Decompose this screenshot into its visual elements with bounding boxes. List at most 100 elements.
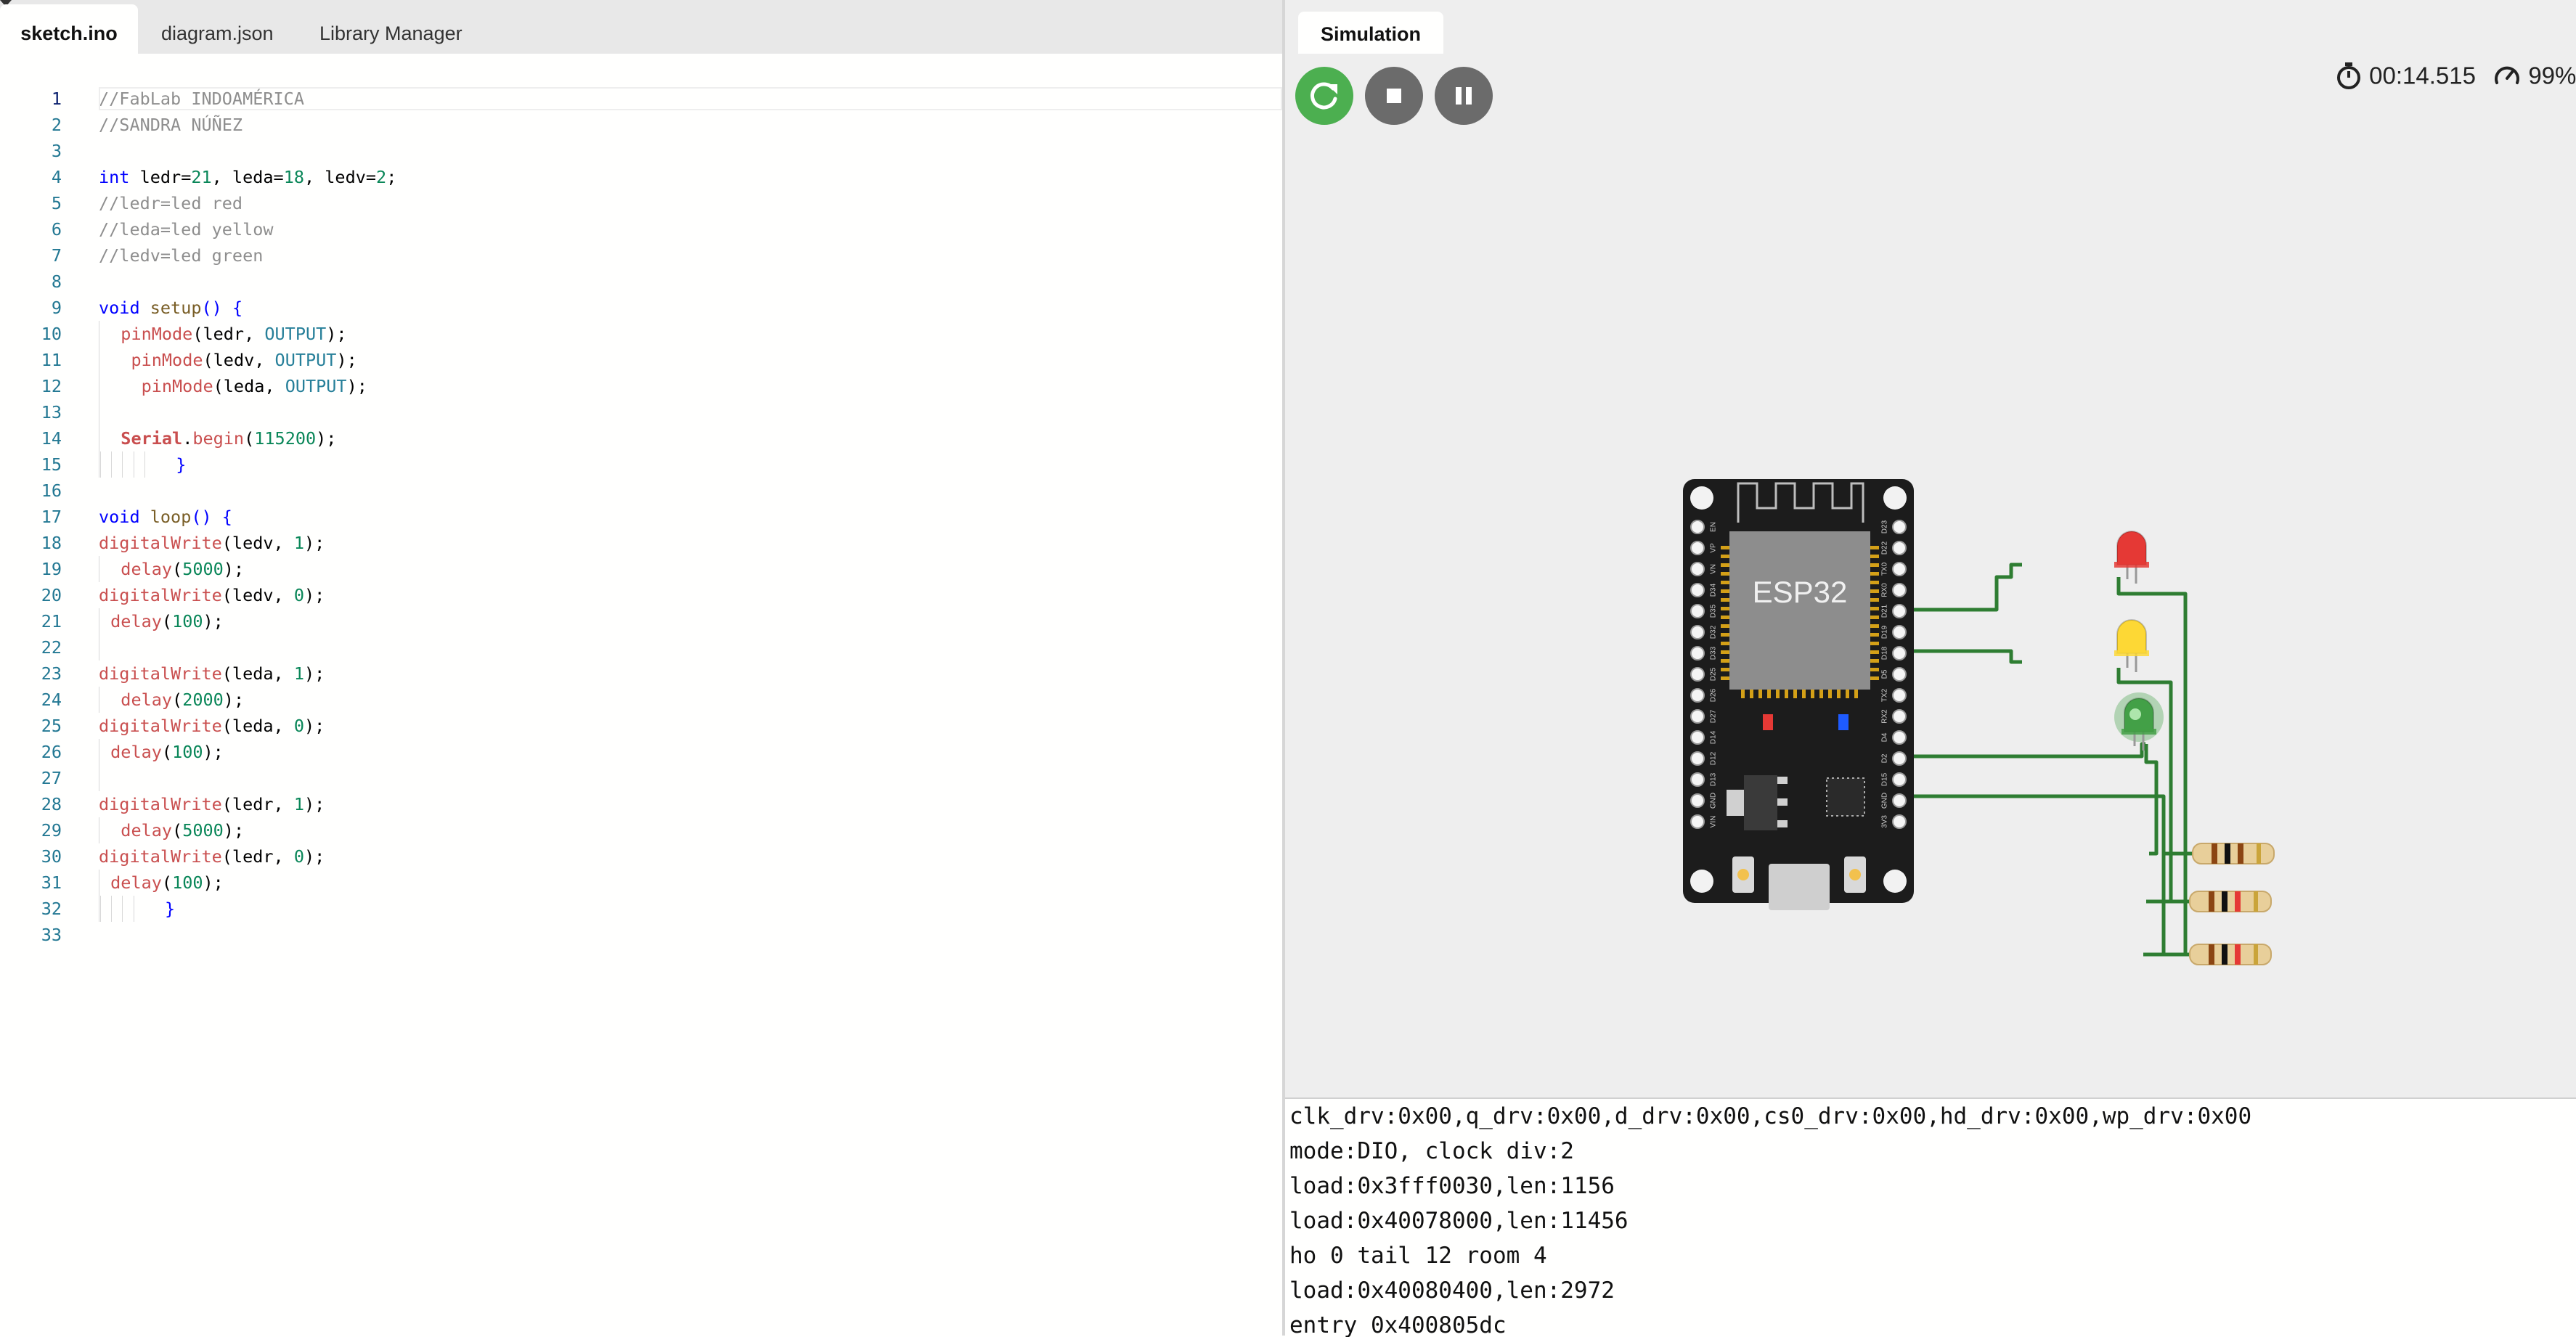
pin-d35[interactable]: [1690, 604, 1705, 618]
code-line[interactable]: 8: [0, 269, 1282, 295]
line-number: 31: [41, 872, 62, 893]
code-token: 0: [293, 585, 304, 605]
stop-simulation-button[interactable]: [1365, 67, 1423, 125]
code-line[interactable]: 21 delay(100);: [0, 608, 1282, 634]
code-line[interactable]: 28 digitalWrite(ledr, 1);: [0, 791, 1282, 817]
pin-d34[interactable]: [1690, 583, 1705, 597]
code-line[interactable]: 3: [0, 138, 1282, 164]
pin-d5[interactable]: [1892, 667, 1907, 682]
code-line[interactable]: 13: [0, 399, 1282, 425]
wire-d21-to-red-led[interactable]: [1902, 563, 2022, 612]
tab-sketch-ino[interactable]: sketch.ino: [0, 4, 138, 54]
code-line[interactable]: 33: [0, 922, 1282, 948]
pin-gnd[interactable]: [1892, 793, 1907, 808]
code-line[interactable]: 6 //leda=led yellow: [0, 216, 1282, 242]
pin-d25[interactable]: [1690, 667, 1705, 682]
pin-d23[interactable]: [1892, 520, 1907, 534]
code-line[interactable]: 10 pinMode(ledr, OUTPUT);: [0, 321, 1282, 347]
code-line[interactable]: 7 //ledv=led green: [0, 242, 1282, 269]
circuit-canvas[interactable]: ESP32 ENVPVND34D35D32D33D25D26D27D14D12D…: [1285, 0, 2576, 1097]
code-line[interactable]: 5 //ledr=led red: [0, 190, 1282, 216]
line-number: 14: [41, 428, 62, 449]
code-line[interactable]: 15 }: [0, 451, 1282, 478]
code-line[interactable]: 4 int ledr=21, leda=18, ledv=2;: [0, 164, 1282, 190]
pin-d27[interactable]: [1690, 709, 1705, 724]
pin-d26[interactable]: [1690, 688, 1705, 703]
pin-d33[interactable]: [1690, 646, 1705, 661]
code-line[interactable]: 29 delay(5000);: [0, 817, 1282, 843]
resistor[interactable]: [2192, 843, 2275, 864]
resistor[interactable]: [2189, 944, 2272, 965]
code-line[interactable]: 12 pinMode(leda, OUTPUT);: [0, 373, 1282, 399]
pin-d14[interactable]: [1690, 730, 1705, 745]
line-number: 20: [41, 585, 62, 605]
code-line[interactable]: 26 delay(100);: [0, 739, 1282, 765]
pin-d18[interactable]: [1892, 646, 1907, 661]
code-line[interactable]: 27: [0, 765, 1282, 791]
code-line[interactable]: 23 digitalWrite(leda, 1);: [0, 661, 1282, 687]
tab-simulation[interactable]: Simulation: [1298, 12, 1443, 54]
pause-simulation-button[interactable]: [1435, 67, 1493, 125]
pin-d15[interactable]: [1892, 772, 1907, 787]
code-line[interactable]: 25 digitalWrite(leda, 0);: [0, 713, 1282, 739]
code-line[interactable]: 30 digitalWrite(ledr, 0);: [0, 843, 1282, 870]
led-green[interactable]: [2114, 692, 2164, 751]
pin-rx0[interactable]: [1892, 583, 1907, 597]
code-line[interactable]: 2 //SANDRA NÚÑEZ: [0, 112, 1282, 138]
esp32-board[interactable]: ESP32 ENVPVND34D35D32D33D25D26D27D14D12D…: [1683, 479, 1914, 910]
boot-button-left[interactable]: [1732, 856, 1754, 893]
code-line[interactable]: 32 }: [0, 896, 1282, 922]
pin-d13[interactable]: [1690, 772, 1705, 787]
indent-guide: [133, 896, 144, 922]
wire-gnd-to-resistor-1[interactable]: [1902, 794, 2193, 856]
code-line[interactable]: 18 digitalWrite(ledv, 1);: [0, 530, 1282, 556]
serial-monitor[interactable]: clk_drv:0x00,q_drv:0x00,d_drv:0x00,cs0_d…: [1285, 1097, 2576, 1337]
code-token: digitalWrite: [99, 794, 222, 814]
tab-diagram-json[interactable]: diagram.json: [161, 4, 274, 54]
pin-d22[interactable]: [1892, 541, 1907, 555]
reset-button-right[interactable]: [1844, 856, 1866, 893]
restart-simulation-button[interactable]: [1295, 67, 1353, 125]
code-line[interactable]: 9 void setup() {: [0, 295, 1282, 321]
pin-d4[interactable]: [1892, 730, 1907, 745]
code-line[interactable]: 1 //FabLab INDOAMÉRICA: [0, 86, 1282, 112]
pin-vin[interactable]: [1690, 814, 1705, 829]
code-line[interactable]: 17 void loop() {: [0, 504, 1282, 530]
code-line[interactable]: 11 pinMode(ledv, OUTPUT);: [0, 347, 1282, 373]
code-area[interactable]: 1 //FabLab INDOAMÉRICA 2 //SANDRA NÚÑEZ 3 4 in…: [0, 86, 1282, 948]
code-line[interactable]: 24 delay(2000);: [0, 687, 1282, 713]
pin-label: D25: [1710, 667, 1718, 681]
code-text: delay(100);: [99, 870, 224, 896]
pin-vp[interactable]: [1690, 541, 1705, 555]
wire-green-led-cathode[interactable]: [2144, 744, 2159, 856]
pin-vn[interactable]: [1690, 562, 1705, 576]
pin-tx0[interactable]: [1892, 562, 1907, 576]
code-line[interactable]: 14 Serial.begin(115200);: [0, 425, 1282, 451]
pin-d19[interactable]: [1892, 625, 1907, 639]
pin-gnd[interactable]: [1690, 793, 1705, 808]
pin-d32[interactable]: [1690, 625, 1705, 639]
resistor[interactable]: [2189, 891, 2272, 912]
code-text: //ledv=led green: [99, 242, 263, 269]
wire-d2-to-green-led[interactable]: [1902, 742, 2145, 759]
pin-d12[interactable]: [1690, 751, 1705, 766]
code-line[interactable]: 16: [0, 478, 1282, 504]
code-line[interactable]: 31 delay(100);: [0, 870, 1282, 896]
led-yellow[interactable]: [2114, 619, 2149, 672]
pin-rx2[interactable]: [1892, 709, 1907, 724]
onboard-power-led: [1763, 714, 1773, 730]
code-token: 21: [191, 167, 212, 187]
pin-en[interactable]: [1690, 520, 1705, 534]
tab-library-manager[interactable]: Library Manager: [319, 4, 462, 54]
led-red[interactable]: [2114, 531, 2149, 584]
pin-3v3[interactable]: [1892, 814, 1907, 829]
code-token: (ledv,: [221, 585, 294, 605]
code-token: (ledr,: [221, 794, 294, 814]
code-line[interactable]: 19 delay(5000);: [0, 556, 1282, 582]
pin-tx2[interactable]: [1892, 688, 1907, 703]
code-line[interactable]: 22: [0, 634, 1282, 661]
pin-d2[interactable]: [1892, 751, 1907, 766]
pin-d21[interactable]: [1892, 604, 1907, 618]
wire-d18-to-yellow-led[interactable]: [1902, 649, 2022, 664]
code-line[interactable]: 20 digitalWrite(ledv, 0);: [0, 582, 1282, 608]
